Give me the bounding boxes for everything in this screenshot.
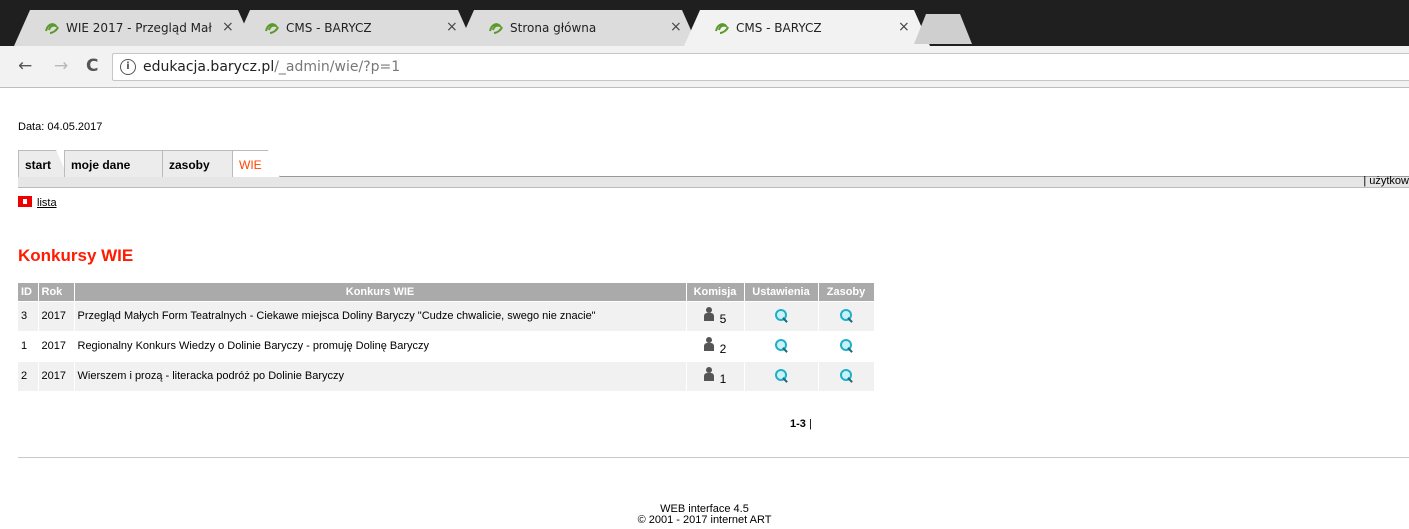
back-arrow-icon[interactable]: ← — [18, 56, 32, 76]
list-icon — [18, 196, 32, 207]
footer: WEB interface 4.5 © 2001 - 2017 internet… — [0, 504, 1409, 526]
forward-arrow-icon[interactable]: → — [54, 56, 68, 76]
browser-tab-title: CMS - BARYCZ — [286, 21, 372, 35]
site-favicon-icon — [264, 21, 280, 35]
browser-tab-row: WIE 2017 - Przegląd Mał × CMS - BARYCZ ×… — [0, 0, 1409, 46]
tab-start[interactable]: start — [18, 150, 68, 177]
konkursy-table: ID Rok Konkurs WIE Komisja Ustawienia Za… — [18, 283, 875, 391]
pagination: 1-3 | — [790, 418, 812, 430]
col-header-konkurs: Konkurs WIE — [74, 283, 687, 301]
page-range[interactable]: 1-3 — [790, 418, 806, 430]
page-separator: | — [808, 418, 812, 430]
site-favicon-icon — [714, 21, 730, 35]
user-icon[interactable] — [703, 306, 718, 321]
tab-close-icon[interactable]: × — [446, 19, 458, 35]
tab-close-icon[interactable]: × — [222, 19, 234, 35]
magnifier-icon[interactable] — [839, 338, 853, 352]
lista-nav: lista — [18, 196, 57, 209]
col-header-ustawienia: Ustawienia — [744, 283, 819, 301]
magnifier-icon[interactable] — [839, 308, 853, 322]
url-path: /_admin/wie/?p=1 — [274, 59, 401, 75]
browser-tab-title: CMS - BARYCZ — [736, 21, 822, 35]
komisja-count: 1 — [719, 371, 727, 386]
magnifier-icon[interactable] — [774, 338, 788, 352]
browser-tab-title: Strona główna — [510, 21, 597, 35]
magnifier-icon[interactable] — [774, 308, 788, 322]
url-text: edukacja.barycz.pl/_admin/wie/?p=1 — [143, 59, 400, 75]
users-link[interactable]: | użytkow — [1363, 175, 1409, 187]
col-header-id: ID — [18, 283, 39, 301]
cell-konkurs: Wierszem i prozą - literacka podróż po D… — [74, 360, 687, 391]
col-header-rok: Rok — [38, 283, 75, 301]
cell-id: 3 — [18, 300, 39, 331]
cell-rok: 2017 — [38, 300, 75, 331]
col-header-zasoby: Zasoby — [818, 283, 875, 301]
cell-id: 2 — [18, 360, 39, 391]
url-host: edukacja.barycz.pl — [143, 59, 275, 75]
table-row: 3 2017 Przegląd Małych Form Teatralnych … — [18, 300, 875, 331]
komisja-count: 2 — [719, 341, 727, 356]
browser-tab-title: WIE 2017 - Przegląd Mał — [66, 21, 212, 35]
komisja-count: 5 — [719, 311, 727, 326]
address-bar[interactable]: i edukacja.barycz.pl/_admin/wie/?p=1 — [112, 53, 1409, 81]
cell-id: 1 — [18, 330, 39, 361]
table-header-row: ID Rok Konkurs WIE Komisja Ustawienia Za… — [18, 283, 875, 301]
info-icon[interactable]: i — [120, 59, 136, 75]
divider — [18, 457, 1409, 458]
cell-rok: 2017 — [38, 330, 75, 361]
page-title: Konkursy WIE — [18, 246, 134, 265]
tab-close-icon[interactable]: × — [670, 19, 682, 35]
cell-ustawienia — [744, 360, 819, 391]
browser-toolbar: ← → C i edukacja.barycz.pl/_admin/wie/?p… — [0, 46, 1409, 88]
cell-rok: 2017 — [38, 360, 75, 391]
browser-tab-2[interactable]: CMS - BARYCZ × — [234, 10, 474, 46]
cell-komisja[interactable]: 5 — [686, 300, 745, 331]
submenu-bar: | użytkow — [18, 175, 1409, 188]
reload-icon[interactable]: C — [86, 56, 98, 76]
tab-wie[interactable]: WIE — [232, 150, 280, 177]
user-icon[interactable] — [703, 366, 718, 381]
footer-copyright: © 2001 - 2017 internet ART — [637, 514, 772, 526]
new-tab-button[interactable] — [914, 14, 972, 44]
current-date: Data: 04.05.2017 — [18, 121, 103, 133]
main-tabs: start moje dane zasoby WIE — [18, 150, 1409, 177]
cell-komisja[interactable]: 2 — [686, 330, 745, 361]
cell-zasoby — [818, 300, 875, 331]
browser-tab-1[interactable]: WIE 2017 - Przegląd Mał × — [14, 10, 254, 46]
cell-zasoby — [818, 330, 875, 361]
cell-konkurs: Regionalny Konkurs Wiedzy o Dolinie Bary… — [74, 330, 687, 361]
site-favicon-icon — [488, 21, 504, 35]
cell-ustawienia — [744, 330, 819, 361]
table-row: 1 2017 Regionalny Konkurs Wiedzy o Dolin… — [18, 330, 875, 361]
magnifier-icon[interactable] — [839, 368, 853, 382]
cell-komisja[interactable]: 1 — [686, 360, 745, 391]
browser-tab-3[interactable]: Strona główna × — [458, 10, 698, 46]
col-header-komisja: Komisja — [686, 283, 745, 301]
user-icon[interactable] — [703, 336, 718, 351]
cell-zasoby — [818, 360, 875, 391]
tab-close-icon[interactable]: × — [898, 19, 910, 35]
magnifier-icon[interactable] — [774, 368, 788, 382]
cell-ustawienia — [744, 300, 819, 331]
lista-link[interactable]: lista — [37, 197, 57, 209]
cell-konkurs: Przegląd Małych Form Teatralnych - Cieka… — [74, 300, 687, 331]
table-row: 2 2017 Wierszem i prozą - literacka podr… — [18, 360, 875, 391]
tab-moje-dane[interactable]: moje dane — [64, 150, 174, 177]
browser-tab-4-active[interactable]: CMS - BARYCZ × — [684, 10, 930, 46]
site-favicon-icon — [44, 21, 60, 35]
